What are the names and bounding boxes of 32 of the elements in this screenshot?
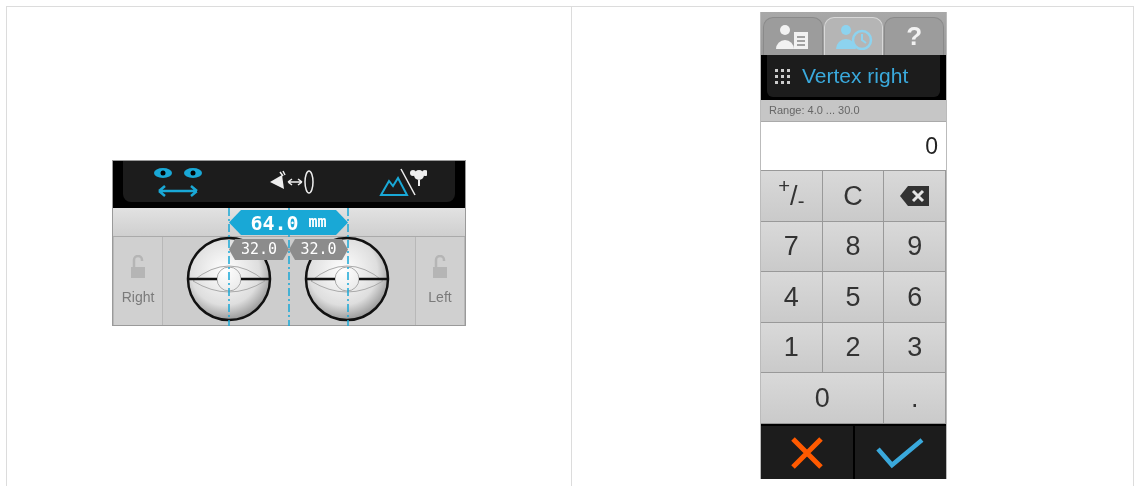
key-button[interactable]: 7 — [761, 221, 823, 273]
key-button[interactable]: 8 — [822, 221, 885, 273]
person-clock-icon — [834, 23, 873, 50]
key-button[interactable]: 0 — [761, 373, 885, 424]
keypad-grid-icon[interactable] — [775, 68, 790, 84]
person-document-icon — [774, 23, 811, 50]
vertex-distance-icon[interactable] — [268, 168, 316, 195]
mountain-flower-icon[interactable] — [379, 166, 427, 197]
right-distance-badge: 32.0 — [229, 239, 289, 260]
key-button[interactable]: 1 — [761, 322, 823, 374]
key-button[interactable]: 5 — [822, 272, 885, 323]
check-icon — [876, 436, 925, 469]
key-button[interactable]: 6 — [884, 272, 946, 323]
key-button[interactable]: 2 — [822, 322, 885, 374]
key-button[interactable]: $^{+}$/$_{-}$ — [761, 171, 823, 222]
backspace-icon — [898, 184, 931, 207]
close-icon — [789, 435, 824, 470]
key-button[interactable]: 4 — [761, 272, 823, 323]
cancel-button[interactable] — [761, 426, 853, 479]
value-field[interactable]: 0 — [761, 122, 946, 170]
key-button[interactable]: . — [884, 373, 946, 424]
key-button[interactable]: 3 — [884, 322, 946, 374]
tab[interactable] — [763, 17, 823, 55]
field-title: Vertex right — [802, 63, 909, 90]
unit-label: mm — [308, 212, 327, 234]
key-button[interactable] — [884, 171, 946, 222]
distance-value: 64.0 — [250, 209, 299, 237]
left-distance-badge: 32.0 — [289, 239, 348, 260]
key-button[interactable]: C — [822, 171, 885, 222]
range-hint: Range: 4.0 ... 30.0 — [769, 103, 860, 119]
key-button[interactable]: 9 — [884, 221, 946, 273]
confirm-button[interactable] — [854, 426, 946, 479]
